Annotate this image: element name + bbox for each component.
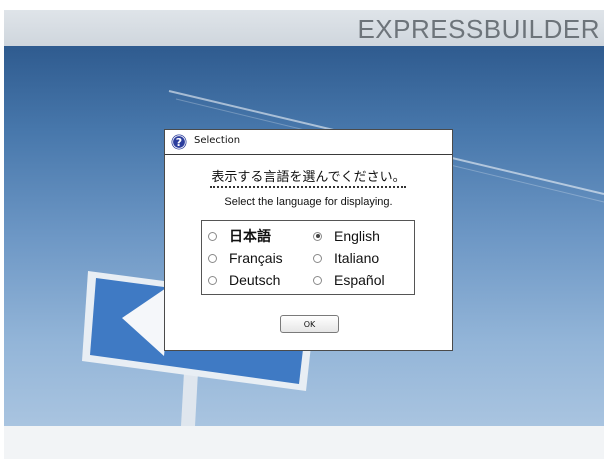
language-label: Deutsch bbox=[229, 272, 281, 288]
svg-text:?: ? bbox=[176, 136, 182, 149]
radio-button[interactable] bbox=[208, 231, 217, 241]
language-option-english[interactable]: English bbox=[313, 226, 380, 246]
language-selection-dialog: ? Selection 表示する言語を選んでください。 Select the l… bbox=[164, 129, 453, 351]
language-option-french[interactable]: Français bbox=[208, 248, 283, 268]
dialog-title-bar: ? Selection bbox=[165, 130, 452, 155]
language-label: Italiano bbox=[334, 250, 380, 266]
prompt-japanese: 表示する言語を選んでください。 bbox=[211, 170, 406, 185]
language-option-german[interactable]: Deutsch bbox=[208, 270, 280, 290]
question-icon: ? bbox=[171, 134, 187, 150]
brand-logo-text: EXPRESSBUILDER bbox=[357, 14, 600, 44]
language-option-japanese[interactable]: 日本語 bbox=[208, 226, 271, 246]
language-label: Español bbox=[334, 272, 385, 288]
radio-button[interactable] bbox=[208, 275, 217, 285]
header-bar: EXPRESSBUILDER bbox=[4, 10, 604, 46]
language-option-italian[interactable]: Italiano bbox=[313, 248, 379, 268]
language-label: English bbox=[334, 228, 380, 244]
language-label: Français bbox=[229, 250, 283, 266]
radio-button[interactable] bbox=[313, 275, 322, 285]
prompt-english: Select the language for displaying. bbox=[224, 196, 393, 208]
language-option-spanish[interactable]: Español bbox=[313, 270, 385, 290]
top-margin bbox=[0, 0, 604, 10]
language-options-group: 日本語 English Français Italiano Deutsch Es… bbox=[201, 220, 415, 295]
dotted-divider bbox=[210, 186, 406, 188]
radio-button-selected[interactable] bbox=[313, 231, 322, 241]
radio-button[interactable] bbox=[313, 253, 322, 263]
dialog-title: Selection bbox=[194, 135, 241, 146]
language-label: 日本語 bbox=[229, 229, 271, 245]
footer-bar bbox=[4, 426, 604, 459]
ok-button[interactable]: OK bbox=[280, 315, 339, 333]
radio-button[interactable] bbox=[208, 253, 217, 263]
